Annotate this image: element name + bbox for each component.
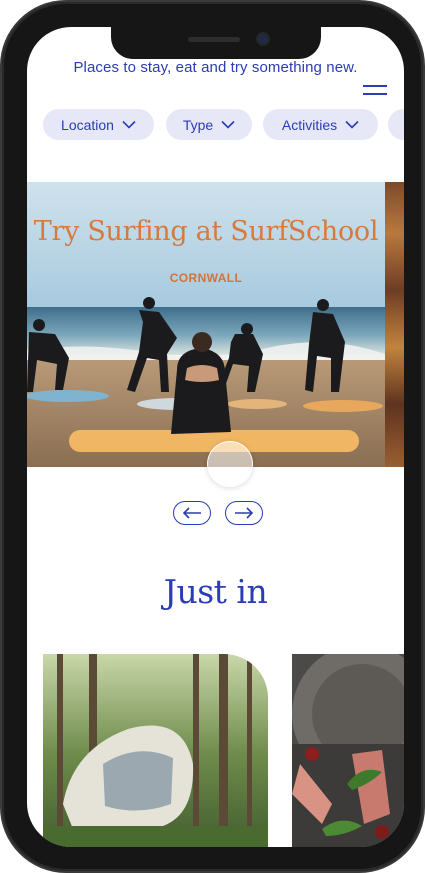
hero-subtitle: CORNWALL xyxy=(169,271,243,285)
next-hero-card-preview[interactable] xyxy=(385,182,404,467)
hero-card[interactable]: Try Surfing at SurfSchool CORNWALL xyxy=(27,182,385,467)
carousel-prev-button[interactable] xyxy=(173,501,211,525)
filter-type-button[interactable]: Type xyxy=(166,109,252,140)
listing-image xyxy=(43,654,268,847)
section-title: Just in xyxy=(163,572,268,611)
listing-image xyxy=(292,654,404,847)
listing-card[interactable] xyxy=(292,654,404,847)
screen: Places to stay, eat and try something ne… xyxy=(27,27,404,847)
arrow-left-icon xyxy=(182,507,201,519)
menu-button[interactable] xyxy=(363,85,387,97)
filter-label: Activities xyxy=(281,116,338,133)
phone-frame: Places to stay, eat and try something ne… xyxy=(2,2,423,871)
tagline: Places to stay, eat and try something ne… xyxy=(73,59,358,76)
chevron-down-icon xyxy=(345,120,359,129)
filter-more-button[interactable] xyxy=(388,109,404,140)
filter-label: Location xyxy=(61,116,114,133)
carousel-drag-handle[interactable] xyxy=(207,441,253,487)
carousel-next-button[interactable] xyxy=(225,501,263,525)
notch xyxy=(111,27,321,59)
listing-card[interactable] xyxy=(43,654,268,847)
filter-label: Type xyxy=(182,116,214,133)
filter-location-button[interactable]: Location xyxy=(43,109,154,140)
filter-activities-button[interactable]: Activities xyxy=(263,109,378,140)
chevron-down-icon xyxy=(221,120,235,129)
front-camera xyxy=(258,34,268,44)
hero-title: Try Surfing at SurfSchool xyxy=(33,216,379,247)
hamburger-menu-icon xyxy=(363,85,387,97)
chevron-down-icon xyxy=(122,120,136,129)
speaker-grille xyxy=(188,37,240,42)
arrow-right-icon xyxy=(235,507,254,519)
